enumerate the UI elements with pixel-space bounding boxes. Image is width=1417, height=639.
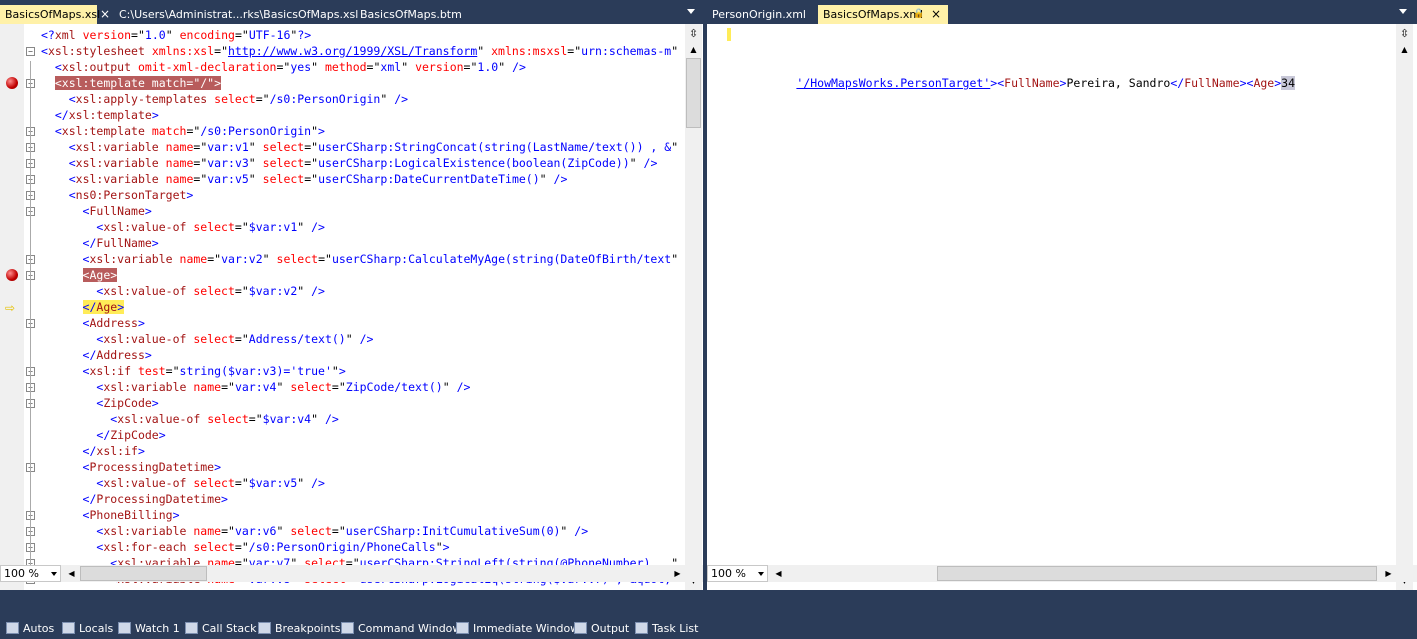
immediate-window-icon (456, 622, 469, 634)
code-line: <xsl:value-of select="$var:v5" /> (96, 476, 325, 490)
watch-icon (118, 622, 131, 634)
code-line: <xsl:variable name="var:v3" select="user… (68, 156, 658, 170)
vertical-scrollbar[interactable]: ⇳ ▲ ▼ (685, 24, 702, 590)
tab-breakpoints[interactable]: Breakpoints (258, 620, 341, 637)
code-line: <ns0:PersonTarget> (68, 188, 194, 202)
code-line: <xsl:for-each select="/s0:PersonOrigin/P… (96, 540, 450, 554)
locals-icon (62, 622, 75, 634)
current-statement-arrow-icon: ⇨ (5, 301, 16, 315)
tab-command-window[interactable]: Command Window (341, 620, 461, 637)
code-line: <xsl:apply-templates select="/s0:PersonO… (68, 92, 409, 106)
breakpoints-icon (258, 622, 271, 634)
horizontal-scroll-thumb[interactable] (80, 566, 207, 581)
tab-dropdown-icon[interactable] (1399, 9, 1407, 14)
code-line: <xsl:variable name="var:v4" select="ZipC… (96, 380, 471, 394)
code-line: </FullName> (82, 236, 159, 250)
xsl-editor-pane: BasicsOfMaps.xsl × C:\Users\Administrat.… (0, 0, 703, 608)
code-line: <Address> (82, 316, 145, 330)
tab-autos[interactable]: Autos (6, 620, 54, 637)
tab-locals[interactable]: Locals (62, 620, 113, 637)
command-window-icon (341, 622, 354, 634)
code-line: <xsl:value-of select="$var:v2" /> (96, 284, 325, 298)
xml-output-pane: PersonOrigin.xml BasicsOfMaps.xml 🔒 × '/… (707, 0, 1417, 608)
code-line: <FullName> (82, 204, 152, 218)
horizontal-scroll-thumb[interactable] (937, 566, 1377, 581)
autos-icon (6, 622, 19, 634)
code-line: <xsl:variable name="var:v1" select="user… (68, 140, 679, 154)
code-line: <xsl:template match="/"> (54, 76, 222, 90)
vertical-scroll-thumb[interactable] (686, 58, 701, 128)
output-icon (574, 622, 587, 634)
code-line: </ProcessingDatetime> (82, 492, 228, 506)
left-tab-bar: BasicsOfMaps.xsl × C:\Users\Administrat.… (0, 0, 703, 24)
outlining-margin[interactable]: −−−−−−−−−−−−−−−−−−−− (26, 27, 40, 587)
zoom-select[interactable]: 100 % (0, 565, 61, 582)
code-line: <xsl:template match="/s0:PersonOrigin"> (54, 124, 325, 138)
zoom-select[interactable]: 100 % (707, 565, 768, 582)
scroll-left-icon[interactable]: ◀ (64, 566, 79, 581)
code-line: <xsl:variable name="var:v5" select="user… (68, 172, 568, 186)
code-line: </xsl:if> (82, 444, 145, 458)
split-icon[interactable]: ⇳ (1397, 26, 1412, 41)
tab-watch-1[interactable]: Watch 1 (118, 620, 180, 637)
viewer-gutter (707, 24, 731, 590)
horizontal-bar: 100 % ◀ ▶ (0, 565, 703, 582)
scroll-right-icon[interactable]: ▶ (1381, 566, 1396, 581)
code-line: </ZipCode> (96, 428, 166, 442)
code-line: <ProcessingDatetime> (82, 460, 222, 474)
chevron-down-icon (51, 572, 57, 576)
lock-icon: 🔒 (913, 9, 925, 19)
code-line: <xsl:value-of select="Address/text()" /> (96, 332, 374, 346)
code-line: </xsl:template> (54, 108, 159, 122)
tab-basicsofmaps-xsl[interactable]: BasicsOfMaps.xsl (0, 5, 100, 24)
task-list-icon (635, 622, 648, 634)
collapse-icon[interactable]: − (26, 47, 35, 56)
tab-output[interactable]: Output (574, 620, 629, 637)
scroll-up-icon[interactable]: ▲ (1397, 42, 1412, 57)
xml-viewer[interactable]: '/HowMapsWorks.PersonTarget'><FullName>P… (707, 24, 1417, 590)
code-line: <xsl:variable name="var:v6" select="user… (96, 524, 589, 538)
close-icon[interactable]: × (931, 5, 941, 24)
chevron-down-icon (758, 572, 764, 576)
tab-immediate-window[interactable]: Immediate Window (456, 620, 579, 637)
scroll-up-icon[interactable]: ▲ (686, 42, 701, 57)
xsl-code: <?xml version="1.0" encoding="UTF-16"?> <… (41, 27, 678, 587)
tab-task-list[interactable]: Task List (635, 620, 698, 637)
code-line: <xsl:output omit-xml-declaration="yes" m… (54, 60, 526, 74)
code-line: </Age> (82, 300, 125, 314)
code-line: <?xml version="1.0" encoding="UTF-16"?> (41, 28, 312, 42)
close-tab-icon[interactable]: × (97, 5, 113, 24)
code-line: <xsl:if test="string($var:v3)='true'"> (82, 364, 346, 378)
change-marker (727, 28, 731, 41)
tab-dropdown-icon[interactable] (687, 9, 695, 14)
scroll-left-icon[interactable]: ◀ (771, 566, 786, 581)
code-line: <PhoneBilling> (82, 508, 180, 522)
code-line: </Address> (82, 348, 152, 362)
xml-output-line: '/HowMapsWorks.PersonTarget'><FullName>P… (741, 27, 1296, 107)
tab-personorigin-xml[interactable]: PersonOrigin.xml (707, 5, 811, 24)
tab-call-stack[interactable]: Call Stack (185, 620, 256, 637)
code-line: <ZipCode> (96, 396, 159, 410)
xml-content: ><FullName>Pereira, Sandro</FullName><Ag… (990, 76, 1296, 90)
code-line: <xsl:value-of select="$var:v1" /> (96, 220, 325, 234)
right-tab-bar: PersonOrigin.xml BasicsOfMaps.xml 🔒 × (707, 0, 1417, 24)
split-icon[interactable]: ⇳ (686, 26, 701, 41)
tab-users-basicsofmaps-xsl[interactable]: C:\Users\Administrat...rks\BasicsOfMaps.… (114, 5, 363, 24)
scroll-right-icon[interactable]: ▶ (670, 566, 685, 581)
breakpoint-icon[interactable] (6, 269, 18, 281)
code-line: <xsl:stylesheet xmlns:xsl="http://www.w3… (41, 44, 679, 58)
code-editor[interactable]: ⇨ −−−−−−−−−−−−−−−−−−−− <?xml version="1.… (0, 24, 703, 590)
vertical-scrollbar[interactable]: ⇳ ▲ ▼ (1396, 24, 1413, 590)
code-line: <xsl:variable name="var:v2" select="user… (82, 252, 679, 266)
call-stack-icon (185, 622, 198, 634)
code-line: <xsl:value-of select="$var:v4" /> (110, 412, 339, 426)
breakpoint-icon[interactable] (6, 77, 18, 89)
tool-window-tabs: Autos Locals Watch 1 Call Stack Breakpoi… (0, 617, 1417, 639)
outline-guide (30, 61, 31, 581)
horizontal-bar: 100 % ◀ ▶ (707, 565, 1417, 582)
target-namespace-link[interactable]: '/HowMapsWorks.PersonTarget' (796, 76, 990, 90)
tab-basicsofmaps-xml[interactable]: BasicsOfMaps.xml 🔒 × (818, 5, 948, 24)
tab-basicsofmaps-btm[interactable]: BasicsOfMaps.btm (355, 5, 467, 24)
code-line: <Age> (82, 268, 118, 282)
